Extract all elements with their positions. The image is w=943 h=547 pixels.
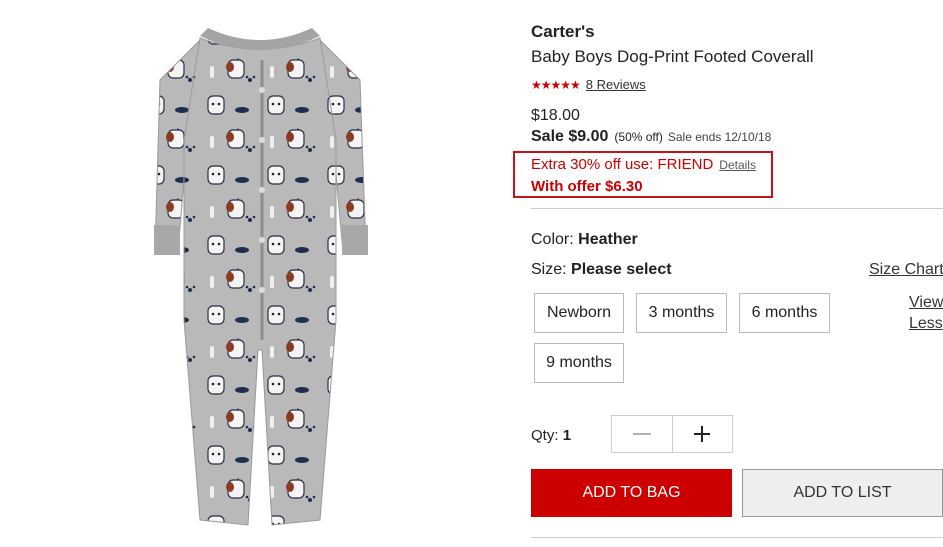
view-less-link[interactable]: View Less	[909, 292, 943, 334]
product-title: Baby Boys Dog-Print Footed Coverall	[531, 47, 814, 66]
product-brand: Carter's	[531, 22, 595, 41]
add-to-bag-button[interactable]: ADD TO BAG	[531, 469, 732, 517]
sale-line: Sale $9.00 (50% off) Sale ends 12/10/18	[531, 128, 771, 146]
offer-details-link[interactable]: Details	[719, 158, 756, 172]
size-option-3-months[interactable]: 3 months	[636, 293, 727, 333]
minus-icon	[632, 433, 651, 435]
color-value: Heather	[578, 231, 638, 248]
offer-box: Extra 30% off use: FRIEND Details With o…	[513, 151, 773, 198]
offer-text: Extra 30% off use: FRIEND	[531, 156, 714, 173]
sale-ends: Sale ends 12/10/18	[667, 130, 772, 144]
size-value: Please select	[571, 261, 672, 278]
size-option-newborn[interactable]: Newborn	[534, 293, 624, 333]
quantity-stepper	[611, 415, 733, 453]
rating-row: ★★★★★ 8 Reviews	[531, 77, 646, 92]
bottom-divider	[531, 537, 943, 538]
original-price: $18.00	[531, 107, 580, 124]
offer-line: Extra 30% off use: FRIEND Details	[531, 156, 756, 173]
qty-increase-button[interactable]	[671, 416, 733, 452]
qty-label: Qty:	[531, 427, 559, 444]
color-label: Color:	[531, 231, 574, 248]
divider	[531, 208, 943, 209]
size-line: Size: Please select	[531, 261, 672, 279]
qty-value: 1	[562, 427, 572, 444]
plus-icon	[694, 426, 711, 442]
add-to-list-button[interactable]: ADD TO LIST	[742, 469, 943, 517]
qty-line: Qty: 1	[531, 427, 571, 444]
rating-stars-icon: ★★★★★	[531, 77, 581, 92]
with-offer-price: With offer $6.30	[531, 178, 643, 195]
qty-decrease-button[interactable]	[612, 416, 672, 452]
color-line: Color: Heather	[531, 231, 638, 249]
percent-off: (50% off)	[614, 130, 663, 144]
product-image[interactable]	[140, 20, 380, 535]
size-label: Size:	[531, 261, 567, 278]
size-option-6-months[interactable]: 6 months	[739, 293, 830, 333]
size-option-9-months[interactable]: 9 months	[534, 343, 624, 383]
sale-price: Sale $9.00	[531, 128, 609, 145]
size-chart-link[interactable]: Size Chart	[869, 261, 943, 279]
reviews-link[interactable]: 8 Reviews	[586, 77, 646, 92]
